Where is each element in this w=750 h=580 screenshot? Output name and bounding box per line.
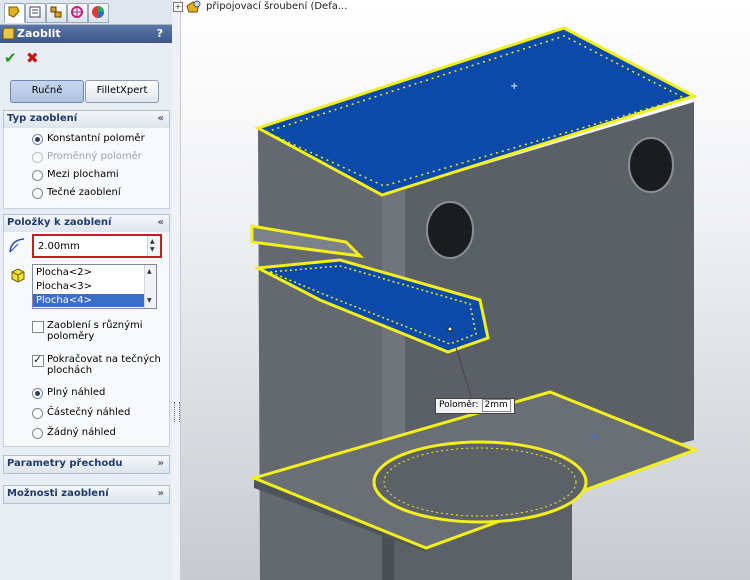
- manager-tabs: [0, 0, 172, 25]
- hole-right: [628, 137, 674, 193]
- x-icon: ✖: [26, 49, 39, 67]
- list-item[interactable]: Plocha<4>: [33, 294, 146, 307]
- display-manager-tab[interactable]: [88, 3, 109, 23]
- configuration-manager-icon: [50, 6, 62, 18]
- tree-part-name: připojovací šroubení (Defa...: [206, 1, 348, 12]
- part-icon: [185, 0, 201, 17]
- radius-icon: [8, 236, 26, 257]
- ok-button[interactable]: ✔: [4, 48, 20, 68]
- expand-chevron-icon: »: [157, 458, 164, 469]
- display-manager-icon: [92, 6, 104, 18]
- property-manager-tab[interactable]: [25, 3, 46, 23]
- dimxpert-tab[interactable]: [67, 3, 88, 23]
- part-model[interactable]: + +: [181, 0, 750, 580]
- callout-label: Poloměr:: [439, 400, 479, 410]
- fillet-type-header[interactable]: Typ zaoblení «: [3, 110, 170, 129]
- items-to-fillet-title: Položky k zaoblení: [7, 217, 112, 228]
- panel-title: Zaoblit: [17, 27, 61, 40]
- edges-faces-icon: [10, 267, 26, 286]
- splitter-grip[interactable]: [174, 402, 180, 422]
- fillet-type-title: Typ zaoblení: [7, 113, 78, 124]
- hole-left: [426, 201, 474, 259]
- manual-mode-button[interactable]: Ručně: [10, 80, 84, 103]
- list-item[interactable]: Plocha<2>: [33, 266, 146, 279]
- dimxpert-icon: [71, 6, 83, 18]
- setback-parameters-title: Parametry přechodu: [7, 458, 123, 469]
- cancel-button[interactable]: ✖: [26, 48, 42, 68]
- filletxpert-mode-button[interactable]: FilletXpert: [85, 80, 159, 103]
- configuration-manager-tab[interactable]: [46, 3, 67, 23]
- faces-list[interactable]: Plocha<2> Plocha<3> Plocha<4> ▲ ▼: [32, 264, 157, 309]
- setback-parameters-header[interactable]: Parametry přechodu »: [3, 455, 170, 474]
- fillet-feature-icon: [2, 27, 15, 43]
- panel-splitter[interactable]: [172, 0, 181, 580]
- radius-spinner[interactable]: ▲ ▼: [147, 236, 160, 256]
- radius-field[interactable]: ▲▼: [32, 234, 162, 258]
- property-manager-panel: Zaoblit ? ✔ ✖ Ručně FilletXpert Typ zaob…: [0, 0, 173, 580]
- graphics-area[interactable]: + +: [181, 0, 750, 580]
- callout-value[interactable]: 2mm: [481, 399, 511, 412]
- expand-tree-icon[interactable]: +: [173, 2, 183, 12]
- property-manager-icon: [29, 6, 41, 18]
- help-button[interactable]: ?: [157, 27, 163, 40]
- expand-chevron-icon: »: [157, 488, 164, 499]
- fillet-options-header[interactable]: Možnosti zaoblení »: [3, 485, 170, 504]
- svg-text:+: +: [510, 81, 518, 92]
- items-to-fillet-header[interactable]: Položky k zaoblení «: [3, 214, 170, 233]
- base-circular-fillet: [372, 440, 588, 524]
- fillet-options-title: Možnosti zaoblení: [7, 488, 109, 499]
- collapse-chevron-icon: «: [157, 217, 164, 228]
- list-item[interactable]: Plocha<3>: [33, 280, 146, 293]
- radius-input[interactable]: [36, 237, 150, 255]
- collapse-chevron-icon: «: [157, 113, 164, 124]
- radius-callout[interactable]: Poloměr: 2mm: [435, 398, 515, 414]
- feature-manager-icon: [8, 6, 20, 18]
- list-scrollbar[interactable]: ▲ ▼: [144, 265, 156, 308]
- svg-text:+: +: [590, 431, 598, 442]
- feature-manager-tab[interactable]: [4, 3, 25, 23]
- panel-title-bar: Zaoblit ?: [0, 25, 172, 43]
- check-icon: ✔: [4, 49, 17, 67]
